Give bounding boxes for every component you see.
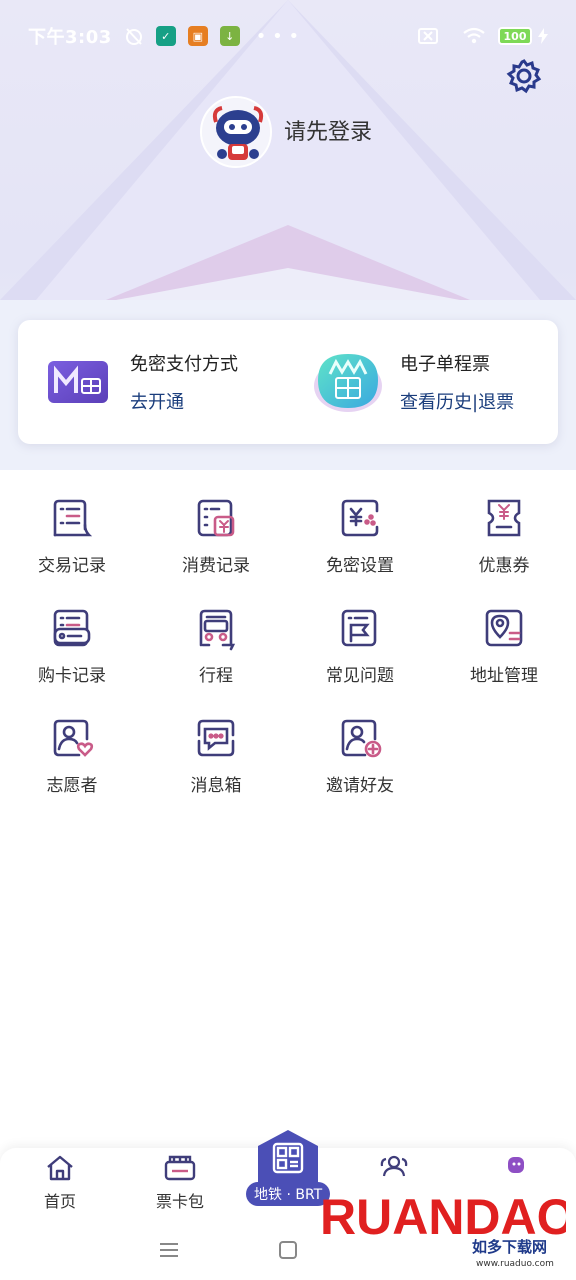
watermark-cn: 如多下载网: [472, 1238, 547, 1256]
settings-button[interactable]: [504, 56, 544, 96]
grid-item-consumption-record[interactable]: 消费记录: [144, 495, 288, 595]
login-prompt[interactable]: 请先登录: [284, 114, 372, 146]
nav-home-label: 首页: [43, 1192, 76, 1211]
grid-label: 常见问题: [326, 666, 394, 686]
password-free-payment-title: 免密支付方式: [130, 354, 238, 375]
activate-link[interactable]: 去开通: [130, 388, 238, 414]
avatar[interactable]: [200, 96, 272, 168]
password-free-payment-block[interactable]: 免密支付方式 去开通: [46, 320, 238, 444]
gear-icon: [506, 59, 542, 94]
grid-label: 消息箱: [190, 776, 242, 796]
grid-label: 交易记录: [38, 556, 106, 576]
system-home-icon[interactable]: [279, 1241, 297, 1259]
watermark: RUANDAO 如多下载网 www.ruaduo.com: [318, 1182, 576, 1269]
grid-item-volunteer[interactable]: 志愿者: [0, 715, 144, 815]
more-notifications-icon: • • •: [255, 25, 300, 47]
faq-icon: [341, 609, 377, 647]
grid-item-invite-friend[interactable]: 邀请好友: [288, 715, 432, 815]
nav-ticket-wallet-label: 票卡包: [155, 1192, 204, 1211]
history-refund-link[interactable]: 查看历史|退票: [400, 388, 514, 414]
battery-icon: 100: [498, 27, 532, 45]
address-icon: [485, 609, 523, 647]
grid-item-trip[interactable]: 行程: [144, 605, 288, 705]
sim-off-icon: [418, 28, 438, 44]
grid-item-message-box[interactable]: 消息箱: [144, 715, 288, 815]
grid-item-password-free-settings[interactable]: 免密设置: [288, 495, 432, 595]
volunteer-icon: [53, 719, 94, 757]
message-box-icon: [197, 719, 235, 757]
grid-item-address[interactable]: 地址管理: [432, 605, 576, 705]
nav-home[interactable]: 首页: [10, 1154, 110, 1212]
grid-label: 志愿者: [46, 776, 98, 796]
payment-card: 免密支付方式 去开通 电子单程票 查看历史|退票: [18, 320, 558, 444]
shield-app-icon: ✓: [155, 26, 176, 46]
grid-label: 消费记录: [182, 556, 250, 576]
nav-community[interactable]: [344, 1154, 444, 1178]
consumption-record-icon: [197, 499, 235, 537]
wifi-icon: [462, 27, 486, 45]
trip-icon: [199, 609, 236, 651]
grid-label: 购卡记录: [38, 666, 106, 686]
grid-item-card-purchase-record[interactable]: 购卡记录: [0, 605, 144, 705]
nav-profile[interactable]: [466, 1154, 566, 1176]
download-app-icon: ↓: [219, 26, 240, 46]
grid-label: 优惠券: [478, 556, 530, 576]
m-card-icon: [48, 361, 108, 403]
grid-label: 邀请好友: [326, 776, 394, 796]
grid-label: 地址管理: [470, 666, 538, 686]
charging-icon: [538, 28, 548, 44]
grid-item-coupon[interactable]: 优惠券: [432, 495, 576, 595]
grid-item-faq[interactable]: 常见问题: [288, 605, 432, 705]
profile-mascot-icon: [508, 1157, 524, 1173]
grid-label: 行程: [199, 666, 233, 686]
store-app-icon: ▣: [187, 26, 208, 46]
coupon-icon: [487, 499, 521, 537]
e-ticket-block[interactable]: 电子单程票 查看历史|退票: [310, 320, 514, 444]
status-bar: 下午3:03 ✓ ▣ ↓ • • • 100: [0, 18, 576, 54]
status-time: 下午3:03: [28, 27, 112, 48]
grid-item-transaction-record[interactable]: 交易记录: [0, 495, 144, 595]
transaction-record-icon: [53, 499, 93, 537]
nav-ticket-wallet[interactable]: 票卡包: [130, 1154, 230, 1212]
ticket-wallet-icon: [164, 1155, 196, 1181]
e-ticket-title: 电子单程票: [400, 354, 490, 375]
card-purchase-icon: [53, 609, 91, 647]
system-menu-icon[interactable]: [160, 1243, 178, 1257]
grid-label: 免密设置: [326, 556, 394, 576]
alarm-off-icon: [124, 26, 144, 46]
invite-friend-icon: [341, 719, 382, 758]
community-icon: [380, 1155, 408, 1177]
password-free-icon: [341, 499, 379, 537]
e-ticket-icon: [314, 354, 382, 412]
watermark-url: www.ruaduo.com: [476, 1259, 554, 1268]
home-icon: [47, 1155, 73, 1181]
